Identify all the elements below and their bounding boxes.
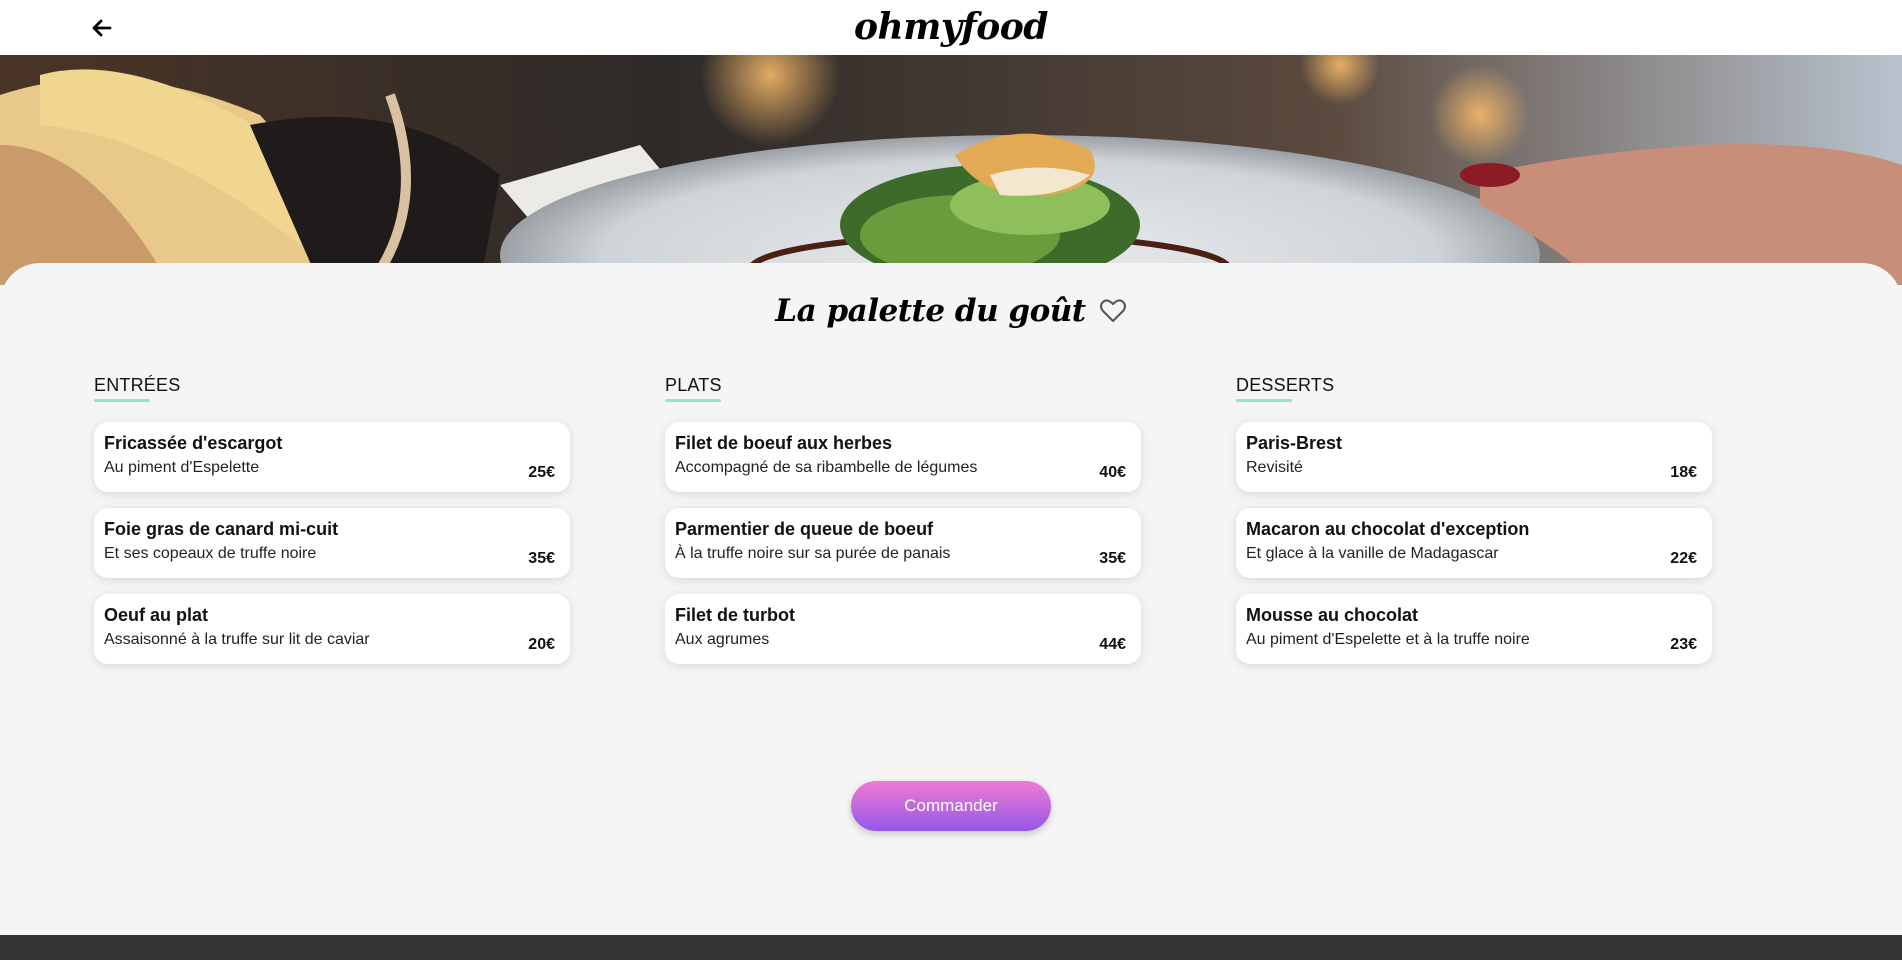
dish-description: À la truffe noire sur sa purée de panais <box>675 545 951 562</box>
dish-name: Filet de turbot <box>675 605 795 625</box>
favorite-button[interactable] <box>1099 298 1127 324</box>
menu-column-plats: PLATS Filet de boeuf aux herbes Accompag… <box>665 375 1141 680</box>
menu-item-card[interactable]: Filet de boeuf aux herbes Accompagné de … <box>665 422 1141 492</box>
dish-price: 18€ <box>1670 464 1697 481</box>
footer <box>0 935 1902 960</box>
menu-item-card[interactable]: Foie gras de canard mi-cuit Et ses copea… <box>94 508 570 578</box>
dish-price: 23€ <box>1670 636 1697 653</box>
dish-price: 40€ <box>1099 464 1126 481</box>
dish-name: Filet de boeuf aux herbes <box>675 433 893 453</box>
order-button[interactable]: Commander <box>851 781 1051 831</box>
dish-description: Au piment d'Espelette <box>104 459 260 476</box>
dish-description: Et ses copeaux de truffe noire <box>104 545 317 562</box>
dish-price: 20€ <box>528 636 555 653</box>
dish-price: 35€ <box>1099 550 1126 567</box>
dish-name: Parmentier de queue de boeuf <box>675 519 934 539</box>
dish-price: 44€ <box>1099 636 1126 653</box>
hero-image <box>0 55 1902 285</box>
menu-item-card[interactable]: Macaron au chocolat d'exception Et glace… <box>1236 508 1712 578</box>
site-logo[interactable]: ohmyfood <box>0 6 1902 48</box>
column-title: DESSERTS <box>1236 375 1334 402</box>
menu-item-card[interactable]: Filet de turbot Aux agrumes 44€ <box>665 594 1141 664</box>
menu-item-card[interactable]: Fricassée d'escargot Au piment d'Espelet… <box>94 422 570 492</box>
dish-price: 22€ <box>1670 550 1697 567</box>
dish-price: 25€ <box>528 464 555 481</box>
dish-name: Foie gras de canard mi-cuit <box>104 519 339 539</box>
column-title: ENTRÉES <box>94 375 180 402</box>
column-title: PLATS <box>665 375 722 402</box>
dish-name: Paris-Brest <box>1246 433 1343 453</box>
restaurant-panel: La palette du goût ENTRÉES Fricassée d'e… <box>0 263 1902 935</box>
dish-name: Mousse au chocolat <box>1246 605 1419 625</box>
dish-price: 35€ <box>528 550 555 567</box>
restaurant-name: La palette du goût <box>775 293 1086 329</box>
dish-description: Aux agrumes <box>675 631 770 648</box>
menu-item-card[interactable]: Oeuf au plat Assaisonné à la truffe sur … <box>94 594 570 664</box>
menu-column-desserts: DESSERTS Paris-Brest Revisité 18€ Macaro… <box>1236 375 1712 680</box>
menu-item-card[interactable]: Mousse au chocolat Au piment d'Espelette… <box>1236 594 1712 664</box>
dish-description: Assaisonné à la truffe sur lit de caviar <box>104 631 370 648</box>
dish-description: Revisité <box>1246 459 1303 476</box>
menu-item-card[interactable]: Parmentier de queue de boeuf À la truffe… <box>665 508 1141 578</box>
dish-name: Oeuf au plat <box>104 605 209 625</box>
heart-outline-icon <box>1099 299 1126 322</box>
restaurant-header: La palette du goût <box>0 293 1902 329</box>
top-header: ohmyfood <box>0 0 1902 55</box>
menu-column-entrees: ENTRÉES Fricassée d'escargot Au piment d… <box>94 375 570 680</box>
dish-name: Macaron au chocolat d'exception <box>1246 519 1530 539</box>
dish-description: Au piment d'Espelette et à la truffe noi… <box>1246 631 1530 648</box>
dish-name: Fricassée d'escargot <box>104 433 283 453</box>
dish-description: Et glace à la vanille de Madagascar <box>1246 545 1499 562</box>
menu-item-card[interactable]: Paris-Brest Revisité 18€ <box>1236 422 1712 492</box>
dish-description: Accompagné de sa ribambelle de légumes <box>675 459 978 476</box>
